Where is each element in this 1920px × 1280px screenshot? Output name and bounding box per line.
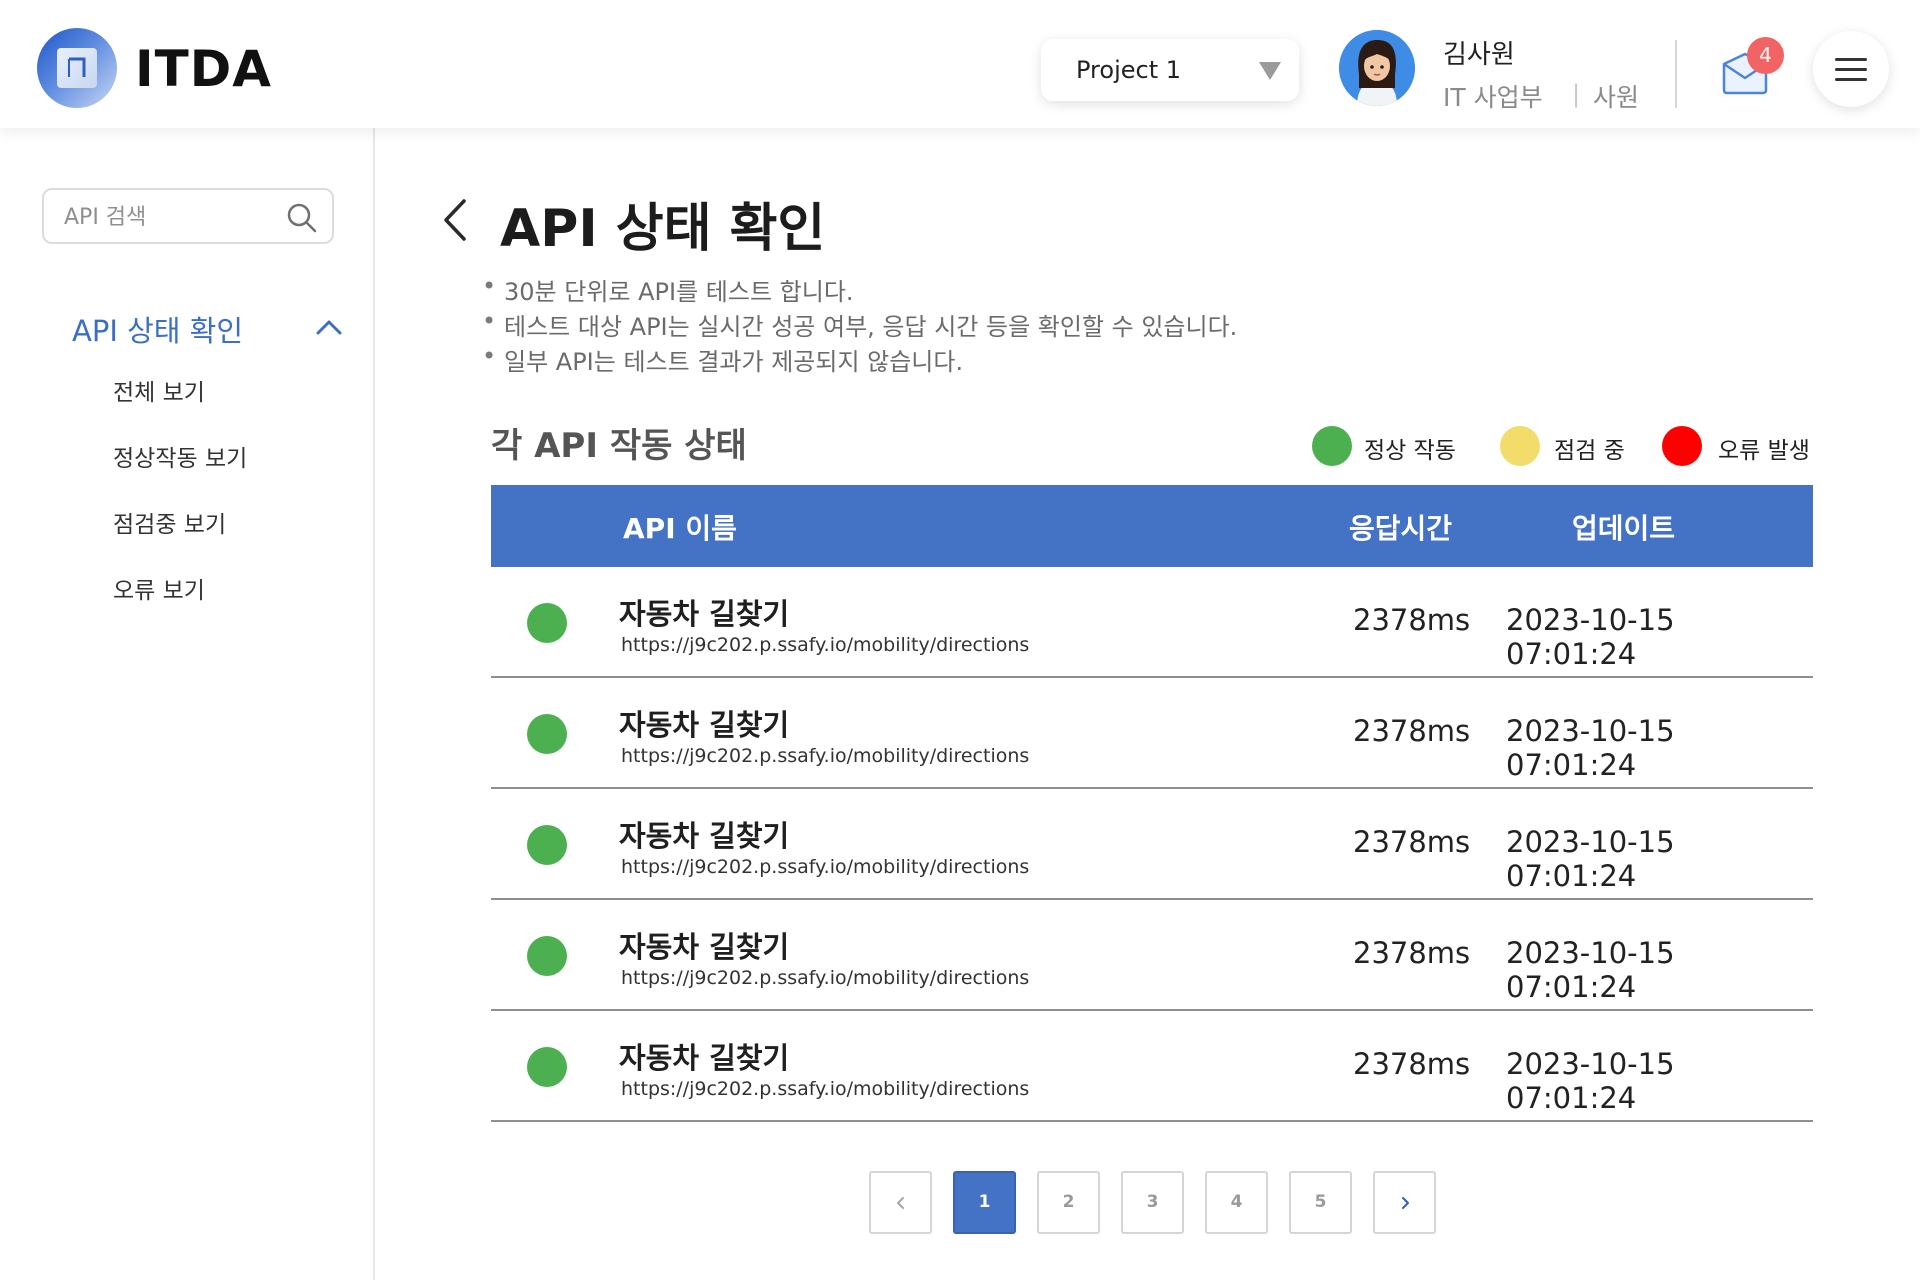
project-select-value: Project 1 — [1076, 56, 1182, 84]
api-url: https://j9c202.p.ssafy.io/mobility/direc… — [621, 745, 1030, 767]
response-time: 2378ms — [1353, 825, 1471, 859]
status-normal-icon — [527, 714, 567, 754]
pagination-page-4[interactable]: 4 — [1205, 1171, 1268, 1234]
pagination-page-5[interactable]: 5 — [1289, 1171, 1352, 1234]
pagination-page-3[interactable]: 3 — [1121, 1171, 1184, 1234]
table-row[interactable]: 자동차 길찾기 https://j9c202.p.ssafy.io/mobili… — [491, 789, 1813, 900]
api-url: https://j9c202.p.ssafy.io/mobility/direc… — [621, 634, 1030, 656]
updated-at: 2023-10-15 07:01:24 — [1506, 603, 1675, 671]
user-name: 김사원 — [1443, 40, 1515, 70]
back-arrow-icon[interactable] — [440, 198, 470, 246]
api-name: 자동차 길찾기 — [619, 930, 790, 964]
page-title: API 상태 확인 — [500, 199, 826, 259]
column-header-response: 응답시간 — [1349, 512, 1453, 545]
hamburger-line — [1835, 78, 1867, 81]
legend-error-label: 오류 발생 — [1718, 438, 1810, 464]
header-divider — [1675, 40, 1677, 108]
user-info-separator: | — [1572, 80, 1581, 108]
chevron-right-icon — [1402, 1197, 1409, 1209]
user-role: 사원 — [1593, 83, 1640, 112]
section-title: 각 API 작동 상태 — [491, 426, 747, 466]
status-normal-icon — [527, 825, 567, 865]
api-name: 자동차 길찾기 — [619, 1041, 790, 1075]
description-line: 30분 단위로 API를 테스트 합니다. — [482, 272, 854, 307]
chevron-left-icon — [897, 1197, 904, 1209]
hamburger-line — [1835, 58, 1867, 61]
updated-at: 2023-10-15 07:01:24 — [1506, 1047, 1675, 1115]
updated-at: 2023-10-15 07:01:24 — [1506, 825, 1675, 893]
top-header: ITDA Project 1 김사원 IT 사업부 | 사원 4 — [0, 0, 1920, 128]
chevron-up-icon[interactable] — [316, 318, 342, 340]
sidebar: API 상태 확인 전체 보기 정상작동 보기 점검중 보기 오류 보기 — [0, 128, 375, 1280]
column-header-updated: 업데이트 — [1572, 512, 1676, 545]
sidebar-item-normal[interactable]: 정상작동 보기 — [113, 439, 247, 473]
table-row[interactable]: 자동차 길찾기 https://j9c202.p.ssafy.io/mobili… — [491, 567, 1813, 678]
pagination-prev-button[interactable] — [869, 1171, 932, 1234]
status-normal-icon — [527, 936, 567, 976]
sidebar-section-title[interactable]: API 상태 확인 — [72, 308, 243, 350]
legend-inspection-label: 점검 중 — [1554, 438, 1625, 464]
updated-at: 2023-10-15 07:01:24 — [1506, 936, 1675, 1004]
pagination-next-button[interactable] — [1373, 1171, 1436, 1234]
sidebar-item-inspection[interactable]: 점검중 보기 — [113, 505, 226, 539]
description-line: 일부 API는 테스트 결과가 제공되지 않습니다. — [482, 342, 963, 377]
response-time: 2378ms — [1353, 603, 1471, 637]
api-name: 자동차 길찾기 — [619, 819, 790, 853]
legend-normal-label: 정상 작동 — [1364, 438, 1456, 464]
status-normal-icon — [527, 1047, 567, 1087]
legend-normal-dot — [1312, 426, 1352, 466]
hamburger-menu-button[interactable] — [1813, 31, 1889, 107]
search-icon[interactable] — [286, 202, 318, 238]
sidebar-item-all[interactable]: 전체 보기 — [113, 373, 205, 407]
api-search-box[interactable] — [42, 188, 334, 244]
pagination-page-2[interactable]: 2 — [1037, 1171, 1100, 1234]
api-url: https://j9c202.p.ssafy.io/mobility/direc… — [621, 856, 1030, 878]
api-name: 자동차 길찾기 — [619, 597, 790, 631]
avatar[interactable] — [1339, 30, 1415, 106]
legend-error-dot — [1662, 426, 1702, 466]
status-normal-icon — [527, 603, 567, 643]
legend-inspection-dot — [1500, 426, 1540, 466]
table-row[interactable]: 자동차 길찾기 https://j9c202.p.ssafy.io/mobili… — [491, 1011, 1813, 1122]
response-time: 2378ms — [1353, 714, 1471, 748]
user-department: IT 사업부 — [1443, 83, 1543, 112]
mail-count-badge: 4 — [1747, 37, 1784, 74]
pagination-page-1[interactable]: 1 — [953, 1171, 1016, 1234]
sidebar-item-error[interactable]: 오류 보기 — [113, 571, 205, 605]
caret-down-icon — [1259, 62, 1281, 80]
table-row[interactable]: 자동차 길찾기 https://j9c202.p.ssafy.io/mobili… — [491, 900, 1813, 1011]
api-search-input[interactable] — [64, 200, 284, 234]
api-url: https://j9c202.p.ssafy.io/mobility/direc… — [621, 967, 1030, 989]
table-row[interactable]: 자동차 길찾기 https://j9c202.p.ssafy.io/mobili… — [491, 678, 1813, 789]
hamburger-line — [1835, 68, 1867, 71]
api-url: https://j9c202.p.ssafy.io/mobility/direc… — [621, 1078, 1030, 1100]
response-time: 2378ms — [1353, 936, 1471, 970]
table-header: API 이름 응답시간 업데이트 — [491, 485, 1813, 567]
description-line: 테스트 대상 API는 실시간 성공 여부, 응답 시간 등을 확인할 수 있습… — [482, 307, 1237, 342]
logo-icon[interactable] — [37, 28, 117, 108]
response-time: 2378ms — [1353, 1047, 1471, 1081]
updated-at: 2023-10-15 07:01:24 — [1506, 714, 1675, 782]
project-select[interactable]: Project 1 — [1041, 39, 1299, 101]
logo-text[interactable]: ITDA — [135, 40, 272, 98]
column-header-name: API 이름 — [623, 512, 737, 545]
api-name: 자동차 길찾기 — [619, 708, 790, 742]
